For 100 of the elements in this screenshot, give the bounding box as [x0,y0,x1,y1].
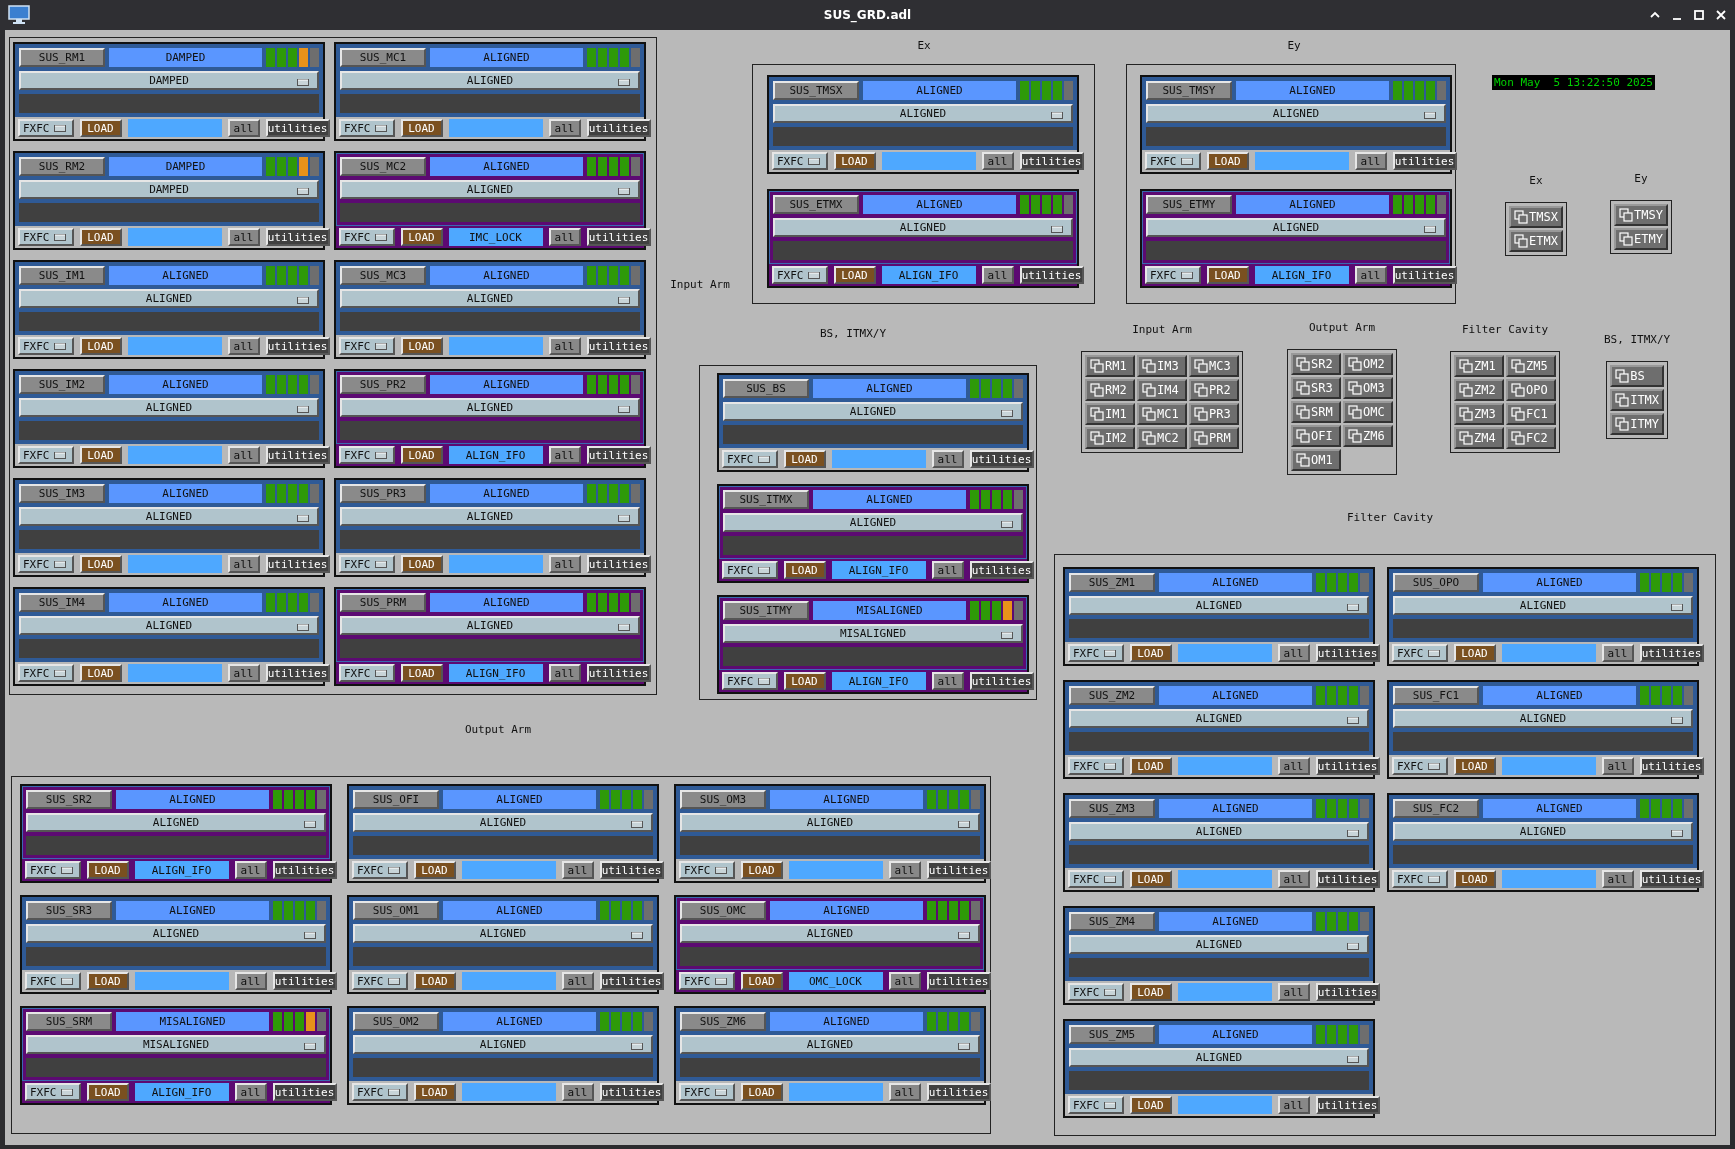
request-menu[interactable]: ALIGNED [1069,935,1369,954]
request-menu[interactable]: ALIGNED [1069,822,1369,841]
utilities-button[interactable]: utilities [969,672,1034,690]
node-button[interactable]: SUS_ZM5 [1069,1025,1155,1044]
utilities-button[interactable]: utilities [599,972,664,990]
request-menu[interactable]: ALIGNED [1393,596,1693,615]
request-menu[interactable]: ALIGNED [26,924,326,943]
utilities-button[interactable]: utilities [926,861,991,879]
load-button[interactable]: LOAD [783,450,826,468]
display-button[interactable]: IM4 [1137,379,1187,401]
all-button[interactable]: all [1277,644,1310,662]
display-button[interactable]: FC2 [1506,427,1556,449]
fxfc-menu[interactable]: FXFC [18,119,74,137]
node-button[interactable]: SUS_IM4 [19,593,105,612]
fxfc-menu[interactable]: FXFC [25,1083,81,1101]
fxfc-menu[interactable]: FXFC [352,861,408,879]
fxfc-menu[interactable]: FXFC [1145,152,1201,170]
request-menu[interactable]: ALIGNED [1393,709,1693,728]
fxfc-menu[interactable]: FXFC [1068,983,1124,1001]
all-button[interactable]: all [548,337,581,355]
fxfc-menu[interactable]: FXFC [1068,757,1124,775]
all-button[interactable]: all [888,861,921,879]
node-button[interactable]: SUS_SR2 [26,790,112,809]
all-button[interactable]: all [1277,870,1310,888]
utilities-button[interactable]: utilities [1019,152,1084,170]
fxfc-menu[interactable]: FXFC [18,446,74,464]
fxfc-menu[interactable]: FXFC [352,972,408,990]
all-button[interactable]: all [227,337,260,355]
all-button[interactable]: all [561,972,594,990]
utilities-button[interactable]: utilities [1315,757,1380,775]
request-menu[interactable]: ALIGNED [1146,104,1446,123]
load-button[interactable]: LOAD [740,1083,783,1101]
fxfc-menu[interactable]: FXFC [339,446,395,464]
all-button[interactable]: all [227,446,260,464]
node-button[interactable]: SUS_SR3 [26,901,112,920]
display-button[interactable]: ZM4 [1454,427,1504,449]
request-menu[interactable]: ALIGNED [340,289,640,308]
fxfc-menu[interactable]: FXFC [1068,1096,1124,1114]
all-button[interactable]: all [548,446,581,464]
all-button[interactable]: all [1277,1096,1310,1114]
node-button[interactable]: SUS_OM3 [680,790,766,809]
all-button[interactable]: all [888,1083,921,1101]
all-button[interactable]: all [227,119,260,137]
utilities-button[interactable]: utilities [265,446,330,464]
load-button[interactable]: LOAD [86,1083,129,1101]
request-menu[interactable]: ALIGNED [1069,596,1369,615]
node-button[interactable]: SUS_ETMY [1146,195,1232,214]
load-button[interactable]: LOAD [740,972,783,990]
all-button[interactable]: all [1277,757,1310,775]
display-button[interactable]: FC1 [1506,403,1556,425]
request-menu[interactable]: ALIGNED [680,924,980,943]
utilities-button[interactable]: utilities [586,446,651,464]
utilities-button[interactable]: utilities [586,228,651,246]
fxfc-menu[interactable]: FXFC [679,861,735,879]
load-button[interactable]: LOAD [86,972,129,990]
utilities-button[interactable]: utilities [926,972,991,990]
node-button[interactable]: SUS_FC1 [1393,686,1479,705]
display-button[interactable]: IM1 [1085,403,1135,425]
fxfc-menu[interactable]: FXFC [722,672,778,690]
node-button[interactable]: SUS_ZM1 [1069,573,1155,592]
request-menu[interactable]: ALIGNED [353,813,653,832]
node-button[interactable]: SUS_SRM [26,1012,112,1031]
all-button[interactable]: all [227,664,260,682]
all-button[interactable]: all [931,450,964,468]
all-button[interactable]: all [981,152,1014,170]
utilities-button[interactable]: utilities [969,561,1034,579]
node-button[interactable]: SUS_MC2 [340,157,426,176]
utilities-button[interactable]: utilities [586,337,651,355]
fxfc-menu[interactable]: FXFC [352,1083,408,1101]
node-button[interactable]: SUS_FC2 [1393,799,1479,818]
fxfc-menu[interactable]: FXFC [339,228,395,246]
request-menu[interactable]: ALIGNED [353,924,653,943]
load-button[interactable]: LOAD [413,972,456,990]
utilities-button[interactable]: utilities [926,1083,991,1101]
request-menu[interactable]: ALIGNED [19,507,319,526]
fxfc-menu[interactable]: FXFC [1068,870,1124,888]
node-button[interactable]: SUS_BS [723,379,809,398]
utilities-button[interactable]: utilities [1392,152,1457,170]
load-button[interactable]: LOAD [1129,644,1172,662]
display-button[interactable]: SR3 [1291,377,1341,399]
display-button[interactable]: OM3 [1343,377,1393,399]
display-button[interactable]: RM1 [1085,355,1135,377]
node-button[interactable]: SUS_ETMX [773,195,859,214]
display-button[interactable]: BS [1610,365,1665,387]
all-button[interactable]: all [234,861,267,879]
node-button[interactable]: SUS_RM1 [19,48,105,67]
node-button[interactable]: SUS_ZM6 [680,1012,766,1031]
maximize-icon[interactable] [1693,9,1705,21]
request-menu[interactable]: MISALIGNED [723,624,1023,643]
node-button[interactable]: SUS_PR2 [340,375,426,394]
fxfc-menu[interactable]: FXFC [339,555,395,573]
fxfc-menu[interactable]: FXFC [1392,757,1448,775]
utilities-button[interactable]: utilities [1639,757,1704,775]
fxfc-menu[interactable]: FXFC [25,972,81,990]
display-button[interactable]: MC1 [1137,403,1187,425]
all-button[interactable]: all [561,861,594,879]
utilities-button[interactable]: utilities [586,119,651,137]
load-button[interactable]: LOAD [400,228,443,246]
all-button[interactable]: all [227,555,260,573]
node-button[interactable]: SUS_OMC [680,901,766,920]
